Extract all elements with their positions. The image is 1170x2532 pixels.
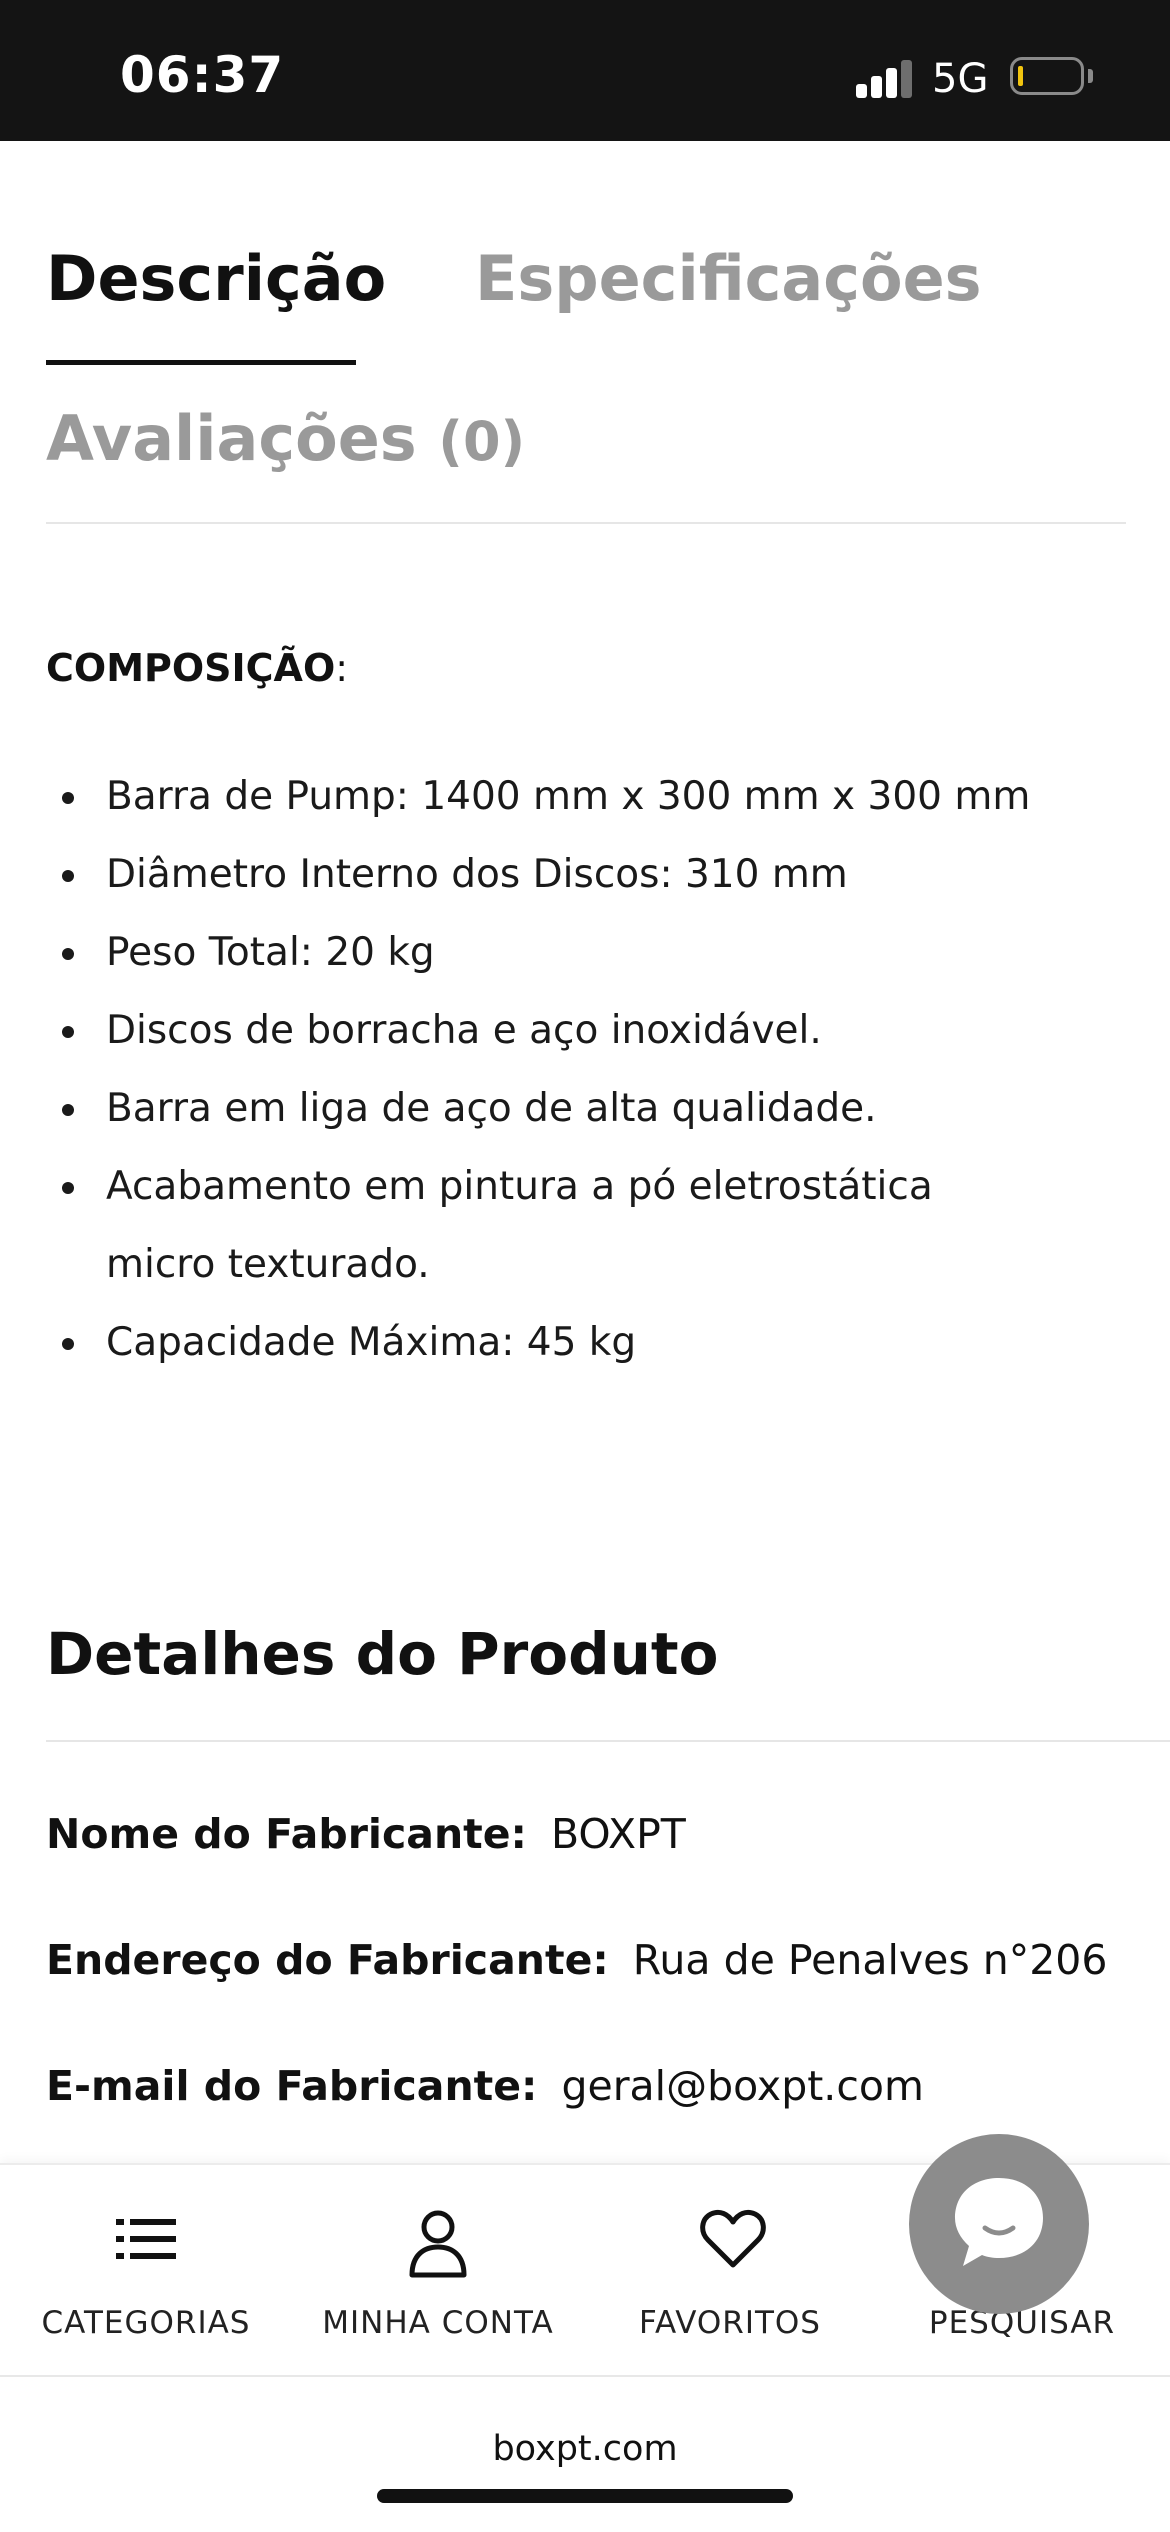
list-item: Peso Total: 20 kg: [46, 914, 1126, 992]
battery-icon: [1010, 57, 1084, 95]
bullet-icon: [62, 792, 74, 804]
nav-minha-conta[interactable]: MINHA CONTA: [292, 2165, 584, 2377]
manufacturer-address-label: Endereço do Fabricante:: [46, 1936, 609, 1984]
list-item: Acabamento em pintura a pó eletrostática…: [46, 1148, 1126, 1304]
bullet-icon: [62, 870, 74, 882]
status-time: 06:37: [120, 46, 285, 104]
chat-button[interactable]: [909, 2134, 1089, 2314]
manufacturer-address-value: Rua de Penalves n°206: [632, 1936, 1108, 1984]
nav-categorias-label: CATEGORIAS: [41, 2305, 251, 2341]
list-item: Discos de borracha e aço inoxidável.: [46, 992, 1126, 1070]
manufacturer-address-row: Endereço do Fabricante: Rua de Penalves n…: [46, 1936, 1107, 1984]
chat-icon: [955, 2178, 1043, 2266]
manufacturer-email-label: E-mail do Fabricante:: [46, 2062, 538, 2110]
manufacturer-name-value: BOXPT: [550, 1810, 686, 1858]
manufacturer-name-label: Nome do Fabricante:: [46, 1810, 527, 1858]
bullet-icon: [62, 948, 74, 960]
list-icon: [116, 2219, 176, 2259]
reviews-count: (0): [438, 410, 526, 473]
user-icon: [409, 2210, 467, 2278]
tab-descricao[interactable]: Descrição: [46, 242, 386, 315]
tab-especificacoes[interactable]: Especificações: [475, 242, 982, 315]
list-item: Barra de Pump: 1400 mm x 300 mm x 300 mm: [46, 758, 1126, 836]
nav-favoritos[interactable]: FAVORITOS: [584, 2165, 876, 2377]
heart-icon: [700, 2209, 766, 2268]
tab-avaliacoes-label: Avaliações: [46, 402, 417, 475]
status-bar: 06:37 5G: [0, 0, 1170, 141]
bullet-icon: [62, 1104, 74, 1116]
composition-colon: :: [335, 646, 349, 690]
nav-favoritos-label: FAVORITOS: [639, 2305, 821, 2341]
manufacturer-email-row: E-mail do Fabricante: geral@boxpt.com: [46, 2062, 924, 2110]
list-item: Diâmetro Interno dos Discos: 310 mm: [46, 836, 1126, 914]
list-item: Capacidade Máxima: 45 kg: [46, 1304, 1126, 1382]
home-indicator[interactable]: [377, 2489, 793, 2503]
tabs-divider: [46, 522, 1126, 524]
browser-url-bar[interactable]: boxpt.com: [0, 2375, 1170, 2532]
composition-heading: COMPOSIÇÃO:: [46, 646, 348, 690]
bullet-icon: [62, 1338, 74, 1350]
network-type: 5G: [932, 56, 989, 102]
signal-icon: [856, 58, 916, 98]
bullet-icon: [62, 1026, 74, 1038]
details-divider: [46, 1740, 1170, 1742]
list-item: Barra em liga de aço de alta qualidade.: [46, 1070, 1126, 1148]
battery-tip: [1088, 69, 1093, 83]
manufacturer-name-row: Nome do Fabricante: BOXPT: [46, 1810, 686, 1858]
manufacturer-email-value[interactable]: geral@boxpt.com: [561, 2062, 923, 2110]
product-details-title: Detalhes do Produto: [46, 1620, 719, 1688]
composition-title: COMPOSIÇÃO: [46, 646, 336, 690]
bullet-icon: [62, 1182, 74, 1194]
nav-minha-conta-label: MINHA CONTA: [322, 2305, 554, 2341]
composition-list: Barra de Pump: 1400 mm x 300 mm x 300 mm…: [46, 758, 1126, 1382]
active-tab-indicator: [46, 360, 356, 365]
nav-categorias[interactable]: CATEGORIAS: [0, 2165, 292, 2377]
tab-avaliacoes[interactable]: Avaliações (0): [46, 402, 525, 475]
url-text[interactable]: boxpt.com: [0, 2429, 1170, 2469]
